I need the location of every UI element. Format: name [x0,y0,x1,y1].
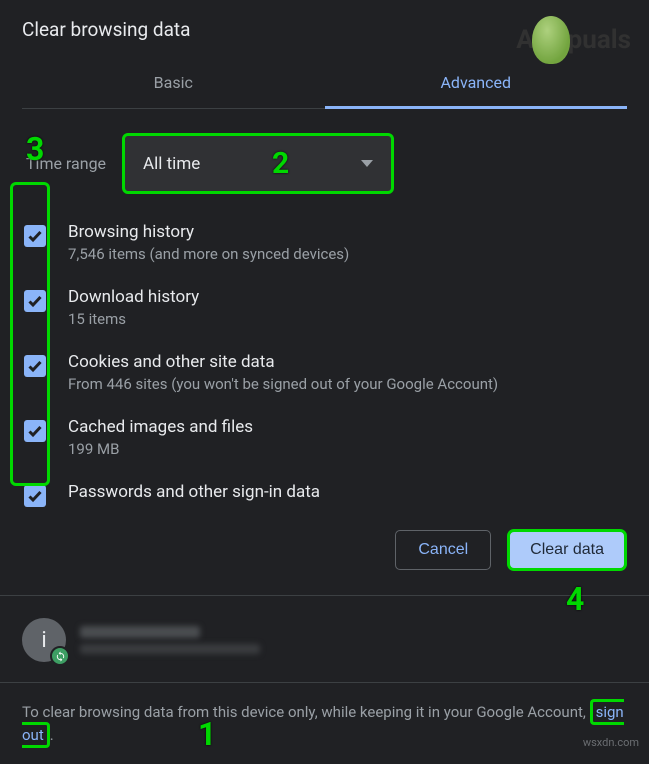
checkbox-browsing[interactable] [24,225,46,247]
checkbox-cache[interactable] [24,420,46,442]
profile-info-redacted [80,626,260,654]
option-desc: 7,546 items (and more on synced devices) [68,245,349,263]
clear-data-button[interactable]: Clear data [507,529,627,571]
sync-icon [50,646,70,666]
options-list: Browsing history 7,546 items (and more o… [22,222,627,507]
checkbox-cookies[interactable] [24,355,46,377]
timerange-label: Time range [22,154,106,173]
chevron-down-icon [361,160,373,167]
option-title: Browsing history [68,222,349,242]
option-download-history[interactable]: Download history 15 items [24,287,627,328]
option-cache[interactable]: Cached images and files 199 MB [24,417,627,458]
checkbox-download[interactable] [24,290,46,312]
checkbox-passwords[interactable] [24,485,46,507]
tabs-container: Basic Advanced [22,61,627,109]
hint-post: . [50,726,54,744]
option-title: Passwords and other sign-in data [68,482,320,502]
bottom-hint: To clear browsing data from this device … [0,683,649,764]
hint-pre: To clear browsing data from this device … [22,703,590,721]
option-title: Cookies and other site data [68,352,498,372]
timerange-value: All time [143,154,200,174]
dialog-footer: Cancel Clear data [0,511,649,596]
tab-basic[interactable]: Basic [22,61,325,108]
option-desc: 199 MB [68,440,253,458]
tab-advanced[interactable]: Advanced [325,61,628,108]
cancel-button[interactable]: Cancel [395,530,491,570]
timerange-select[interactable]: All time 2 [122,133,394,194]
option-cookies[interactable]: Cookies and other site data From 446 sit… [24,352,627,393]
profile-row: i [0,596,649,683]
option-desc: From 446 sites (you won't be signed out … [68,375,498,393]
option-title: Cached images and files [68,417,253,437]
logo-text-right: puals [568,25,631,55]
avatar: i [22,618,66,662]
option-title: Download history [68,287,199,307]
option-browsing-history[interactable]: Browsing history 7,546 items (and more o… [24,222,627,263]
avatar-initial: i [41,628,46,653]
appuals-logo: A puals [516,16,631,64]
pea-icon [532,16,570,64]
option-passwords[interactable]: Passwords and other sign-in data [24,482,627,507]
annotation-2: 2 [272,146,289,181]
watermark: wsxdn.com [583,736,639,749]
option-desc: 15 items [68,310,199,328]
